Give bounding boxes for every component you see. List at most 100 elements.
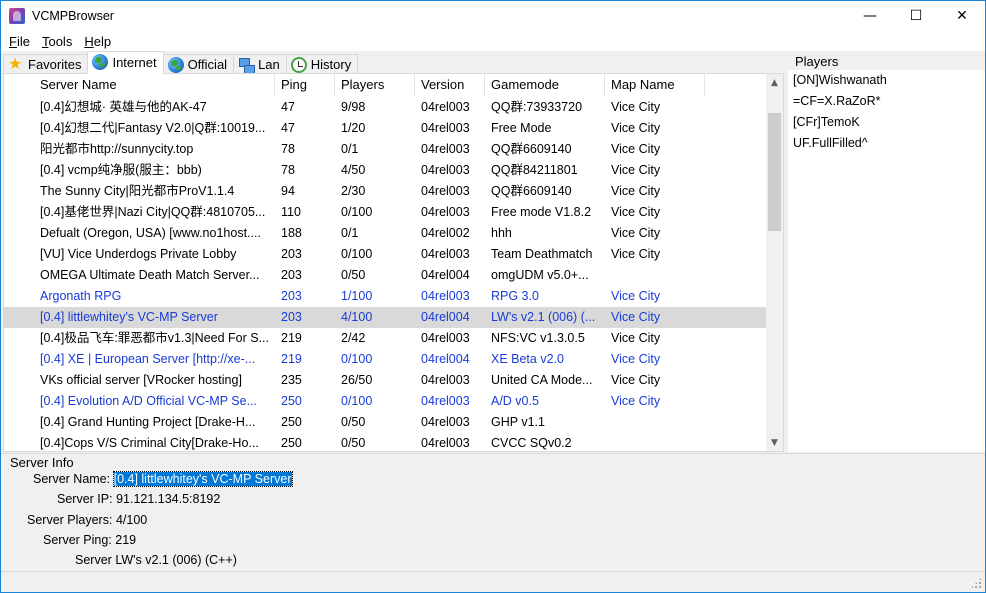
server-info-panel: Server Info Server Name: [0.4] littlewhi… <box>1 453 985 571</box>
cell-players: 2/30 <box>341 184 366 198</box>
cell-server-name: [0.4]幻想二代|Fantasy V2.0|Q群:10019... <box>40 121 266 135</box>
cell-server-name: [0.4] XE | European Server [http://xe-..… <box>40 352 256 366</box>
server-list[interactable]: Server Name Ping Players Version Gamemod… <box>3 73 784 452</box>
cell-ping: 250 <box>281 436 302 450</box>
server-ip-value[interactable]: 91.121.134.5:8192 <box>116 492 220 506</box>
menu-tools[interactable]: Tools <box>36 34 78 49</box>
cell-players: 0/100 <box>341 247 373 261</box>
cell-map-name <box>605 265 705 286</box>
table-row[interactable]: [0.4]幻想城· 英雄与他的AK-47 47 9/98 04rel003 QQ群:73… <box>4 97 768 118</box>
players-panel: Players [ON]Wishwanath =CF=X.RaZoR* [CFr… <box>788 52 985 452</box>
cell-gamemode: XE Beta v2.0 <box>491 352 564 366</box>
cell-map-name: Vice City <box>611 289 661 303</box>
table-row[interactable]: [0.4] Evolution A/D Official VC-MP Se...… <box>4 391 768 412</box>
menu-help[interactable]: Help <box>78 34 117 49</box>
player-item[interactable]: UF.FullFilled^ <box>788 133 985 154</box>
table-row[interactable]: [0.4]Cops V/S Criminal City[Drake-Ho... 2… <box>4 433 768 451</box>
players-list[interactable]: [ON]Wishwanath =CF=X.RaZoR* [CFr]TemoK U… <box>788 70 985 452</box>
minimize-button[interactable]: — <box>847 1 893 31</box>
table-row[interactable]: [0.4]极品飞车:罪恶都市v1.3|Need For S... 219 2/42 0… <box>4 328 768 349</box>
tab-internet[interactable]: Internet <box>87 51 164 74</box>
table-row[interactable]: The Sunny City|阳光都市ProV1.1.4 94 2/30 04rel0… <box>4 181 768 202</box>
table-row[interactable]: [0.4] Grand Hunting Project [Drake-H... 2… <box>4 412 768 433</box>
cell-version: 04rel002 <box>421 226 470 240</box>
cell-ping: 110 <box>281 205 301 219</box>
cell-map-name: Vice City <box>611 121 661 135</box>
table-row[interactable]: Defualt (Oregon, USA) [www.no1host.... 18… <box>4 223 768 244</box>
column-header-map-name[interactable]: Map Name <box>605 74 705 96</box>
cell-players: 0/100 <box>341 394 373 408</box>
table-row[interactable]: 阳光都市http://sunnycity.top 78 0/1 04rel003 QQ群… <box>4 139 768 160</box>
server-players-label: Server Players: <box>27 513 113 527</box>
table-row[interactable]: Argonath RPG 203 1/100 04rel003 RPG 3.0 Vice … <box>4 286 768 307</box>
server-name-row: Server Name: [0.4] littlewhitey's VC-MP … <box>33 471 293 487</box>
title-bar[interactable]: VCMPBrowser — ☐ ✕ <box>1 1 985 31</box>
player-item[interactable]: [ON]Wishwanath <box>788 70 985 91</box>
maximize-button[interactable]: ☐ <box>893 1 939 31</box>
table-row[interactable]: VKs official server [VRocker hosting] 235… <box>4 370 768 391</box>
cell-version: 04rel003 <box>421 142 470 156</box>
cell-gamemode: LW's v2.1 (006) (... <box>491 310 596 324</box>
cell-server-name: [0.4] Grand Hunting Project [Drake-H... <box>40 415 256 429</box>
cell-players: 0/100 <box>341 205 373 219</box>
server-list-scrollbar[interactable]: ▲ ▼ <box>766 74 783 451</box>
cell-map-name <box>605 433 705 451</box>
cell-server-name: [0.4]极品飞车:罪恶都市v1.3|Need For S... <box>40 331 270 345</box>
tab-official[interactable]: Official <box>162 54 235 74</box>
server-ip-label: Server IP: <box>57 492 113 506</box>
cell-players: 4/50 <box>341 163 366 177</box>
tab-favorites[interactable]: ★ Favorites <box>3 54 89 74</box>
cell-players: 1/20 <box>341 121 366 135</box>
cell-map-name: Vice City <box>611 310 661 324</box>
cell-server-name: [0.4] Evolution A/D Official VC-MP Se... <box>40 394 257 408</box>
window-controls: — ☐ ✕ <box>847 1 985 31</box>
scroll-down-icon[interactable]: ▼ <box>766 434 783 451</box>
cell-gamemode: Free mode V1.8.2 <box>491 205 592 219</box>
globe-icon <box>167 56 184 73</box>
table-row[interactable]: [0.4] vcmp纯净服(服主：bbb) 78 4/50 04rel003 QQ群84… <box>4 160 768 181</box>
table-row[interactable]: [0.4]基佬世界|Nazi City|QQ群:4810705... 110 0/1… <box>4 202 768 223</box>
server-list-rows: [0.4]幻想城· 英雄与他的AK-47 47 9/98 04rel003 QQ群:73… <box>4 97 768 451</box>
cell-players: 1/100 <box>341 289 373 303</box>
scroll-up-icon[interactable]: ▲ <box>766 74 783 91</box>
cell-map-name: Vice City <box>611 373 661 387</box>
table-row[interactable]: [0.4] XE | European Server [http://xe-..… <box>4 349 768 370</box>
table-row[interactable]: OMEGA Ultimate Death Match Server... 203 0… <box>4 265 768 286</box>
cell-gamemode: Free Mode <box>491 121 552 135</box>
server-ping-value[interactable]: 219 <box>115 533 136 547</box>
cell-ping: 47 <box>281 100 295 114</box>
column-header-gamemode[interactable]: Gamemode <box>485 74 605 96</box>
server-players-value[interactable]: 4/100 <box>116 513 147 527</box>
cell-server-name: VKs official server [VRocker hosting] <box>40 373 242 387</box>
menu-file[interactable]: File <box>3 34 36 49</box>
tab-history[interactable]: History <box>285 54 359 74</box>
close-button[interactable]: ✕ <box>939 1 985 31</box>
cell-gamemode: GHP v1.1 <box>491 415 545 429</box>
lan-icon <box>238 57 256 74</box>
resize-grip-icon[interactable] <box>970 577 982 589</box>
cell-server-name: [VU] Vice Underdogs Private Lobby <box>40 247 237 261</box>
server-gamemode-value[interactable]: LW's v2.1 (006) (C++) <box>115 553 237 567</box>
cell-version: 04rel003 <box>421 331 470 345</box>
cell-server-name: [0.4] vcmp纯净服(服主：bbb) <box>40 163 202 177</box>
server-name-value[interactable]: [0.4] littlewhitey's VC-MP Server <box>112 471 293 487</box>
table-row[interactable]: [VU] Vice Underdogs Private Lobby 203 0/10… <box>4 244 768 265</box>
cell-version: 04rel003 <box>421 394 470 408</box>
table-row[interactable]: [0.4]幻想二代|Fantasy V2.0|Q群:10019... 47 1/20… <box>4 118 768 139</box>
cell-version: 04rel003 <box>421 184 470 198</box>
cell-gamemode: hhh <box>491 226 512 240</box>
column-header-server-name[interactable]: Server Name <box>4 74 275 96</box>
column-header-players[interactable]: Players <box>335 74 415 96</box>
player-item[interactable]: =CF=X.RaZoR* <box>788 91 985 112</box>
window-title: VCMPBrowser <box>32 9 114 23</box>
column-header-version[interactable]: Version <box>415 74 485 96</box>
cell-server-name: [0.4]Cops V/S Criminal City[Drake-Ho... <box>40 436 259 450</box>
player-item[interactable]: [CFr]TemoK <box>788 112 985 133</box>
cell-gamemode: QQ群84211801 <box>491 163 578 177</box>
scroll-thumb[interactable] <box>768 113 781 231</box>
cell-version: 04rel004 <box>421 268 470 282</box>
column-header-ping[interactable]: Ping <box>275 74 335 96</box>
table-row-selected[interactable]: [0.4] littlewhitey's VC-MP Server 203 4/10… <box>4 307 768 328</box>
tab-lan[interactable]: Lan <box>233 54 287 74</box>
tab-strip: ★ Favorites Internet Official Lan Histor… <box>3 51 359 74</box>
